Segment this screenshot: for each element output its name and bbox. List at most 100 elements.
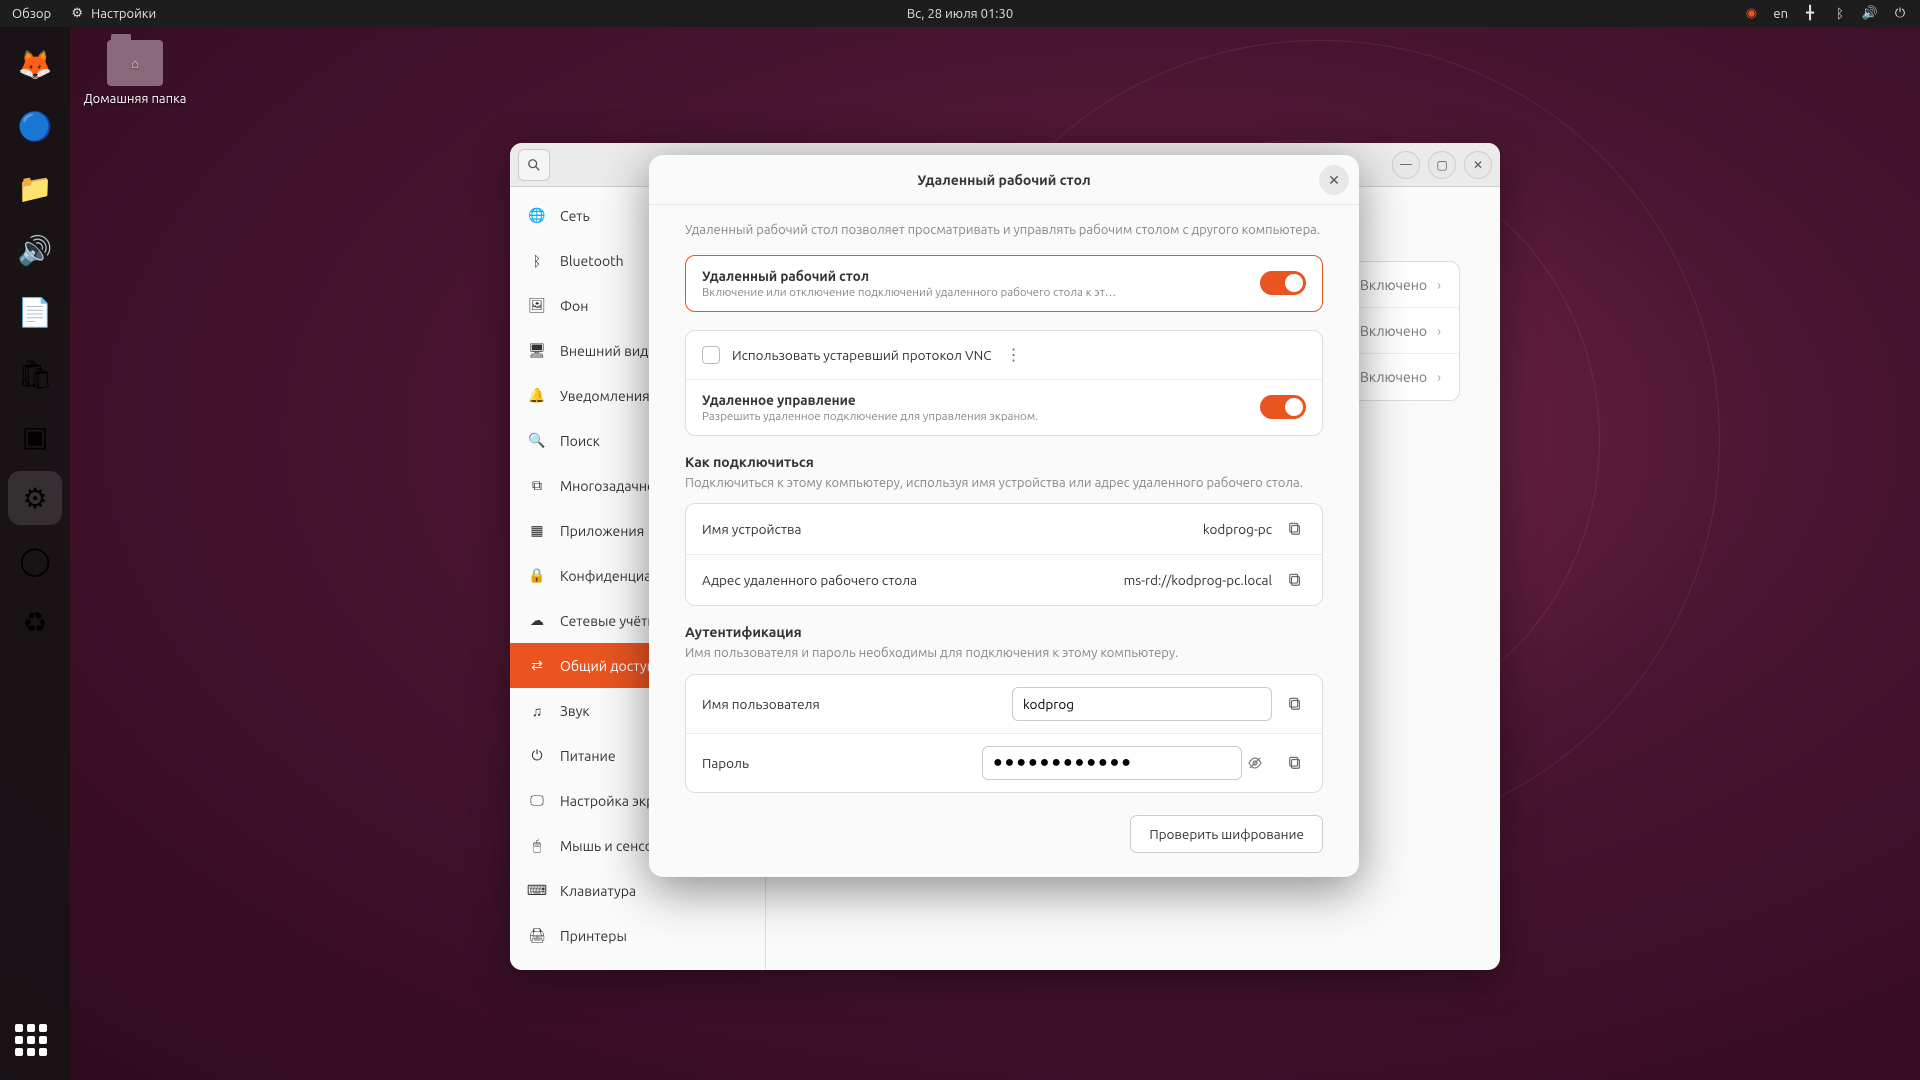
rc-toggle-title: Удаленное управление: [702, 392, 1260, 408]
sidebar-label: Принтеры: [560, 928, 627, 944]
dock-thunderbird[interactable]: 🔵: [8, 99, 62, 153]
input-language[interactable]: en: [1773, 7, 1788, 21]
password-label: Пароль: [702, 755, 872, 771]
sidebar-icon: 🌐: [528, 207, 546, 224]
sidebar-label: Уведомления: [560, 388, 650, 404]
dock-writer[interactable]: 📄: [8, 285, 62, 339]
sidebar-label: Фон: [560, 298, 588, 314]
vnc-checkbox[interactable]: [702, 346, 720, 364]
bluetooth-icon[interactable]: ᛒ: [1832, 6, 1848, 22]
howto-desc: Подключиться к этому компьютеру, использ…: [685, 474, 1323, 494]
protocol-control-card: Использовать устаревший протокол VNC ⋮ У…: [685, 330, 1323, 436]
copy-address[interactable]: [1284, 569, 1306, 591]
sidebar-icon: 🖱: [528, 837, 546, 854]
sidebar-label: Клавиатура: [560, 883, 636, 899]
top-bar: Обзор ⚙ Настройки Вс, 28 июля 01:30 ◉ en…: [0, 0, 1920, 27]
dialog-header: Удаленный рабочий стол ✕: [649, 155, 1359, 205]
sidebar-item-16[interactable]: 🖨 Принтеры: [510, 913, 765, 958]
copy-icon: [1288, 573, 1302, 587]
sidebar-label: Звук: [560, 703, 590, 719]
dock-firefox[interactable]: 🦊: [8, 37, 62, 91]
dock-rhythmbox[interactable]: 🔊: [8, 223, 62, 277]
dock-software[interactable]: 🛍: [8, 347, 62, 401]
rd-toggle-subtitle: Включение или отключение подключений уда…: [702, 286, 1122, 299]
window-minimize[interactable]: —: [1392, 151, 1420, 179]
network-icon[interactable]: ╋: [1802, 6, 1818, 22]
window-maximize[interactable]: ▢: [1428, 151, 1456, 179]
dock-show-apps[interactable]: [15, 1024, 55, 1064]
rd-toggle[interactable]: [1260, 271, 1306, 295]
username-input[interactable]: [1012, 687, 1272, 721]
sidebar-icon: 🖼: [528, 297, 546, 314]
toggle-password-visibility[interactable]: [1244, 752, 1266, 774]
dialog-close-button[interactable]: ✕: [1319, 165, 1349, 195]
app-menu-label: Настройки: [91, 7, 156, 21]
connection-info-card: Имя устройства kodprog-pc Адрес удаленно…: [685, 503, 1323, 606]
verify-encryption-button[interactable]: Проверить шифрование: [1130, 815, 1323, 853]
dock-settings[interactable]: ⚙: [8, 471, 62, 525]
sidebar-icon: ⏻: [528, 747, 546, 764]
desktop-home-folder[interactable]: ⌂ Домашняя папка: [80, 40, 190, 106]
sharing-value: Включено: [1360, 323, 1427, 339]
rd-toggle-title: Удаленный рабочий стол: [702, 268, 1260, 284]
volume-icon[interactable]: 🔊: [1862, 6, 1878, 22]
sidebar-label: Внешний вид: [560, 343, 648, 359]
sidebar-icon: ᛒ: [528, 253, 546, 269]
copy-username[interactable]: [1284, 693, 1306, 715]
dock-trash[interactable]: ♻: [8, 595, 62, 649]
device-name-label: Имя устройства: [702, 521, 801, 537]
sharing-value: Включено: [1360, 277, 1427, 293]
address-value: ms-rd://kodprog-pc.local: [1124, 572, 1272, 588]
dock: 🦊 🔵 📁 🔊 📄 🛍 ▣ ⚙ ◯ ♻: [0, 27, 70, 1080]
clock[interactable]: Вс, 28 июля 01:30: [907, 7, 1013, 21]
auth-card: Имя пользователя Пароль: [685, 674, 1323, 793]
auth-title: Аутентификация: [685, 624, 1323, 640]
sidebar-icon: ♫: [528, 703, 546, 719]
sidebar-icon: 🔍: [528, 432, 546, 449]
copy-password[interactable]: [1284, 752, 1306, 774]
sidebar-label: Поиск: [560, 433, 600, 449]
eye-off-icon: [1247, 755, 1263, 771]
desktop-home-label: Домашняя папка: [80, 92, 190, 106]
sidebar-icon: 🖥: [528, 342, 546, 359]
window-close[interactable]: ✕: [1464, 151, 1492, 179]
copy-device-name[interactable]: [1284, 518, 1306, 540]
dialog-title: Удаленный рабочий стол: [917, 172, 1090, 188]
auth-desc: Имя пользователя и пароль необходимы для…: [685, 644, 1323, 664]
chevron-right-icon: ›: [1437, 277, 1441, 293]
sidebar-label: Общий доступ: [560, 658, 655, 674]
sidebar-icon: 🔒: [528, 567, 546, 584]
dock-obs[interactable]: ◯: [8, 533, 62, 587]
sidebar-icon: 🖵: [528, 792, 546, 809]
device-name-value: kodprog-pc: [1203, 521, 1272, 537]
gear-icon: ⚙: [69, 6, 85, 22]
app-menu[interactable]: ⚙ Настройки: [69, 6, 156, 22]
rc-toggle[interactable]: [1260, 395, 1306, 419]
dock-terminal[interactable]: ▣: [8, 409, 62, 463]
chevron-right-icon: ›: [1437, 323, 1441, 339]
search-icon: [527, 158, 541, 172]
remote-desktop-dialog: Удаленный рабочий стол ✕ Удаленный рабоч…: [649, 155, 1359, 877]
password-input[interactable]: [982, 746, 1242, 780]
dock-files[interactable]: 📁: [8, 161, 62, 215]
copy-icon: [1288, 522, 1302, 536]
rc-toggle-subtitle: Разрешить удаленное подключение для упра…: [702, 410, 1122, 423]
dialog-intro: Удаленный рабочий стол позволяет просмат…: [685, 221, 1323, 241]
sharing-value: Включено: [1360, 369, 1427, 385]
activities-button[interactable]: Обзор: [12, 7, 51, 21]
chevron-right-icon: ›: [1437, 369, 1441, 385]
sidebar-label: Сеть: [560, 208, 590, 224]
sidebar-icon: ☁: [528, 612, 546, 629]
sidebar-label: Bluetooth: [560, 253, 624, 269]
copy-icon: [1288, 756, 1302, 770]
remote-desktop-card: Удаленный рабочий стол Включение или отк…: [685, 255, 1323, 312]
sidebar-icon: ⌨: [528, 882, 546, 899]
screencast-icon[interactable]: ◉: [1743, 6, 1759, 22]
sidebar-icon: 🖨: [528, 927, 546, 944]
sidebar-icon: ⇄: [528, 657, 546, 674]
vnc-options-menu[interactable]: ⋮: [1002, 343, 1026, 367]
power-icon[interactable]: ⏻: [1892, 6, 1908, 22]
folder-icon: ⌂: [107, 40, 163, 86]
vnc-label: Использовать устаревший протокол VNC: [732, 347, 992, 363]
search-button[interactable]: [518, 149, 550, 181]
